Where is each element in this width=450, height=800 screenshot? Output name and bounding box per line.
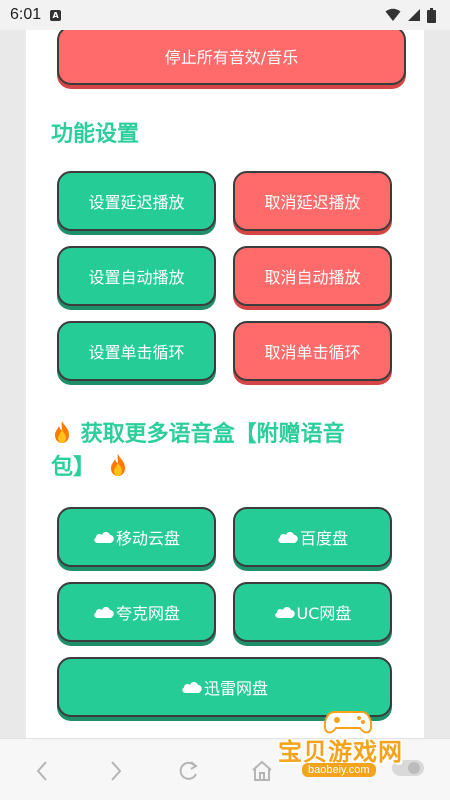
wifi-icon <box>385 8 401 21</box>
uc-disk-button[interactable]: UC网盘 <box>233 582 392 642</box>
mobile-cloud-disk-button[interactable]: 移动云盘 <box>57 507 216 567</box>
cloud-icon <box>93 605 115 619</box>
watermark-logo: 宝贝游戏网 baobeiy.com <box>272 706 422 782</box>
set-click-loop-label: 设置单击循环 <box>88 343 185 362</box>
cancel-delay-play-button[interactable]: 取消延迟播放 <box>233 171 392 231</box>
baidu-disk-button[interactable]: 百度盘 <box>233 507 392 567</box>
cancel-auto-play-label: 取消自动播放 <box>264 268 361 287</box>
set-auto-play-button[interactable]: 设置自动播放 <box>57 246 216 306</box>
watermark-title: 宝贝游戏网 <box>278 738 403 766</box>
cancel-delay-play-label: 取消延迟播放 <box>264 193 361 212</box>
cloud-icon <box>181 680 203 694</box>
title-line-1: 获取更多语音盒【附赠语音 <box>51 418 411 451</box>
cloud-icon <box>93 530 115 544</box>
set-delay-play-label: 设置延迟播放 <box>88 193 185 212</box>
fire-icon <box>110 454 125 476</box>
function-settings-title: 功能设置 <box>51 122 140 147</box>
set-auto-play-label: 设置自动播放 <box>88 268 185 287</box>
cancel-click-loop-button[interactable]: 取消单击循环 <box>233 321 392 381</box>
signal-icon <box>408 9 420 21</box>
set-click-loop-button[interactable]: 设置单击循环 <box>57 321 216 381</box>
status-icons <box>385 7 436 23</box>
set-delay-play-button[interactable]: 设置延迟播放 <box>57 171 216 231</box>
mobile-cloud-disk-label: 移动云盘 <box>115 529 180 548</box>
uc-disk-label: UC网盘 <box>296 604 352 623</box>
status-time: 6:01 <box>10 6 42 23</box>
quark-disk-button[interactable]: 夸克网盘 <box>57 582 216 642</box>
quark-disk-label: 夸克网盘 <box>115 604 180 623</box>
get-more-voice-box-title: 获取更多语音盒【附赠语音 包】 <box>51 418 411 484</box>
stop-all-audio-label: 停止所有音效/音乐 <box>164 47 299 67</box>
title-line-2-text: 包】 <box>51 455 96 480</box>
battery-icon <box>427 7 436 23</box>
forward-icon[interactable] <box>102 757 130 785</box>
back-icon[interactable] <box>28 757 56 785</box>
cloud-icon <box>277 530 299 544</box>
watermark-url: baobeiy.com <box>302 763 376 777</box>
status-bar: 6:01 A <box>0 0 450 30</box>
cloud-icon <box>274 605 296 619</box>
fire-icon <box>55 421 69 443</box>
title-line-2: 包】 <box>51 451 411 484</box>
refresh-icon[interactable] <box>174 757 202 785</box>
stop-all-audio-button[interactable]: 停止所有音效/音乐 <box>57 30 406 85</box>
notification-a-icon: A <box>50 9 62 21</box>
main-content: 停止所有音效/音乐 功能设置 设置延迟播放 取消延迟播放 设置自动播放 取消自动… <box>26 30 424 738</box>
cancel-auto-play-button[interactable]: 取消自动播放 <box>233 246 392 306</box>
thunder-disk-label: 迅雷网盘 <box>203 679 268 698</box>
cancel-click-loop-label: 取消单击循环 <box>264 343 361 362</box>
baidu-disk-label: 百度盘 <box>299 529 348 548</box>
title-line-1-text: 获取更多语音盒【附赠语音 <box>80 422 345 447</box>
